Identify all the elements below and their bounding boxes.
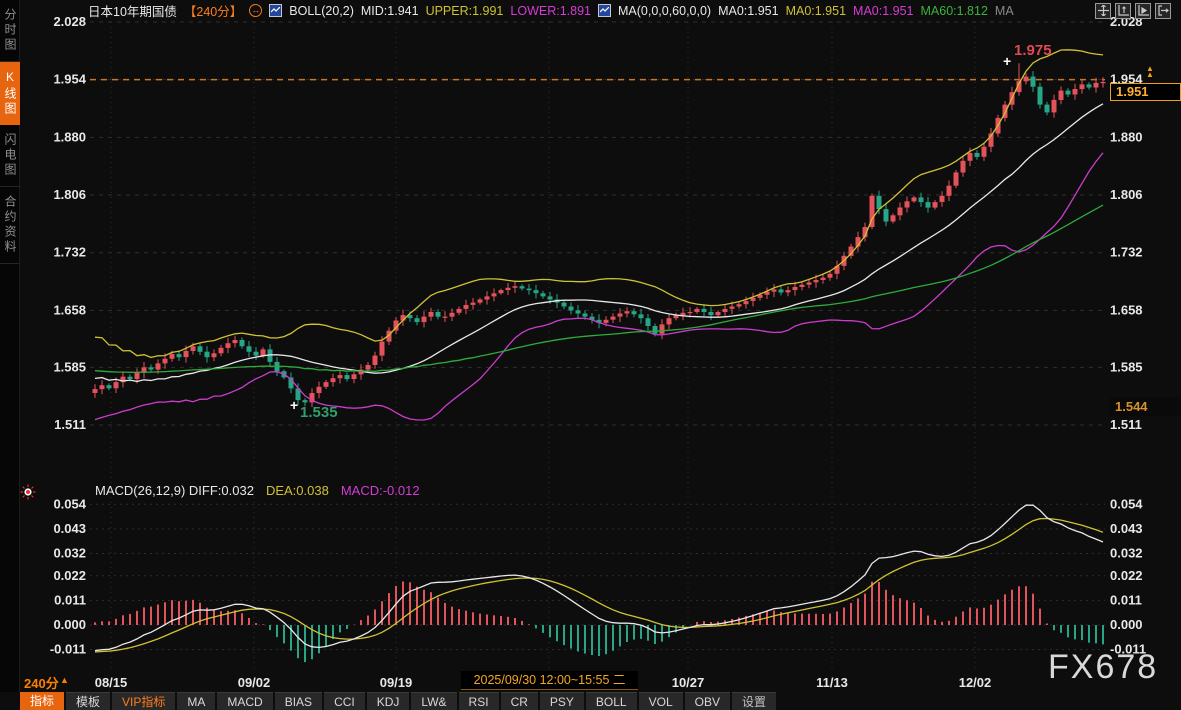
boll-upper-value: UPPER:1.991: [426, 4, 504, 18]
chart-canvas[interactable]: 2.0282.0281.9541.9541.8801.8801.8061.806…: [0, 0, 1181, 710]
sidebar-item-timeshare[interactable]: 分时图: [0, 0, 20, 62]
svg-text:1.880: 1.880: [53, 129, 86, 144]
svg-text:12/02: 12/02: [959, 675, 992, 690]
low-price-annotation: 1.535: [300, 404, 338, 421]
ma0-value-1: MA0:1.951: [718, 4, 778, 18]
indicator-toolbar: 指标 模板 VIP指标 MA MACD BIAS CCI KDJ LW& RSI…: [0, 692, 1181, 710]
interval-selector[interactable]: 240分: [24, 673, 59, 692]
chart-header: 日本10年期国债 【240分】 ↔ BOLL(20,2) MID:1.941 U…: [20, 0, 1181, 21]
crosshair-icon[interactable]: [1095, 3, 1111, 19]
current-price-tag: 1.951: [1110, 83, 1181, 101]
ma-indicator-icon[interactable]: [598, 4, 611, 17]
toolbar-macd[interactable]: MACD: [217, 692, 272, 710]
svg-text:1.511: 1.511: [54, 417, 86, 432]
crosshair-timestamp: 2025/09/30 12:00~15:55 二: [461, 671, 638, 690]
svg-text:1.511: 1.511: [1110, 417, 1142, 432]
svg-text:0.054: 0.054: [1110, 496, 1143, 511]
sidebar: 分时图 K线图 闪电图 合约资料: [0, 0, 20, 710]
boll-label: BOLL(20,2): [289, 4, 354, 18]
svg-text:0.011: 0.011: [1110, 592, 1142, 607]
interval-arrow-icon[interactable]: ▲: [60, 675, 69, 685]
sidebar-item-kline[interactable]: K线图: [0, 62, 20, 125]
svg-text:0.000: 0.000: [1110, 617, 1143, 632]
watermark: FX678: [1048, 648, 1158, 687]
toolbar-psy[interactable]: PSY: [540, 692, 584, 710]
toolbar-template[interactable]: 模板: [66, 692, 110, 710]
svg-text:0.032: 0.032: [53, 545, 86, 560]
svg-text:0.043: 0.043: [53, 521, 86, 536]
ma60-value: MA60:1.812: [921, 4, 988, 18]
cycle-interval-icon[interactable]: ↔: [249, 4, 262, 17]
ma0-value-2: MA0:1.951: [786, 4, 846, 18]
svg-text:0.022: 0.022: [53, 568, 86, 583]
secondary-price-tag: 1.544: [1110, 397, 1181, 416]
macd-header: MACD(26,12,9) DIFF:0.032 DEA:0.038 MACD:…: [95, 483, 420, 498]
ma-extra-label: MA: [995, 4, 1014, 18]
svg-text:09/19: 09/19: [380, 675, 413, 690]
svg-text:1.585: 1.585: [1110, 359, 1143, 374]
instrument-title: 日本10年期国债: [88, 1, 177, 20]
toolbar-boll[interactable]: BOLL: [586, 692, 637, 710]
svg-text:0.043: 0.043: [1110, 521, 1143, 536]
macd-diff-value: MACD(26,12,9) DIFF:0.032: [95, 483, 254, 498]
toolbar-cr[interactable]: CR: [501, 692, 538, 710]
high-price-annotation: 1.975: [1014, 42, 1052, 59]
svg-text:0.022: 0.022: [1110, 568, 1143, 583]
boll-indicator-icon[interactable]: [269, 4, 282, 17]
toolbar-vol[interactable]: VOL: [639, 692, 683, 710]
svg-text:1.954: 1.954: [53, 72, 86, 87]
low-cross-marker-icon: +: [290, 397, 298, 413]
svg-text:1.806: 1.806: [1110, 187, 1143, 202]
svg-text:1.658: 1.658: [53, 302, 86, 317]
svg-text:10/27: 10/27: [672, 675, 705, 690]
toolbar-kdj[interactable]: KDJ: [367, 692, 410, 710]
svg-text:1.806: 1.806: [53, 187, 86, 202]
toolbar-cci[interactable]: CCI: [324, 692, 365, 710]
svg-text:1.880: 1.880: [1110, 129, 1143, 144]
macd-dea-value: DEA:0.038: [266, 483, 329, 498]
svg-text:08/15: 08/15: [95, 675, 128, 690]
toolbar-lwr[interactable]: LW&: [411, 692, 456, 710]
live-pulse-icon[interactable]: [20, 484, 36, 505]
svg-text:1.732: 1.732: [1110, 245, 1143, 260]
ma0-value-3: MA0:1.951: [853, 4, 913, 18]
toolbar-obv[interactable]: OBV: [685, 692, 730, 710]
sidebar-item-lightning[interactable]: 闪电图: [0, 125, 20, 187]
svg-text:09/02: 09/02: [238, 675, 271, 690]
macd-value: MACD:-0.012: [341, 483, 420, 498]
boll-lower-value: LOWER:1.891: [510, 4, 591, 18]
toolbar-settings[interactable]: 设置: [732, 692, 776, 710]
svg-text:0.000: 0.000: [53, 617, 86, 632]
interval-tag[interactable]: 【240分】: [184, 1, 242, 20]
svg-text:1.732: 1.732: [53, 245, 86, 260]
header-buttons: [1095, 3, 1177, 19]
toolbar-vip-indicators[interactable]: VIP指标: [112, 692, 175, 710]
svg-text:1.658: 1.658: [1110, 302, 1143, 317]
toolbar-bias[interactable]: BIAS: [275, 692, 322, 710]
toolbar-rsi[interactable]: RSI: [459, 692, 499, 710]
ma-label: MA(0,0,0,60,0,0): [618, 4, 711, 18]
price-up-arrows-icon: ▲▲: [1146, 66, 1154, 78]
sidebar-item-contract-info[interactable]: 合约资料: [0, 187, 20, 264]
chart-application: 2.0282.0281.9541.9541.8801.8801.8061.806…: [0, 0, 1181, 710]
toolbar-ma[interactable]: MA: [177, 692, 215, 710]
svg-text:0.011: 0.011: [54, 592, 86, 607]
svg-text:0.032: 0.032: [1110, 545, 1143, 560]
svg-text:11/13: 11/13: [816, 675, 848, 690]
boll-mid-value: MID:1.941: [361, 4, 419, 18]
scroll-right-icon[interactable]: [1135, 3, 1151, 19]
high-cross-marker-icon: +: [1003, 53, 1011, 69]
svg-text:0.054: 0.054: [53, 496, 86, 511]
svg-text:1.585: 1.585: [53, 359, 86, 374]
svg-text:-0.011: -0.011: [50, 642, 86, 657]
toolbar-indicators[interactable]: 指标: [20, 692, 64, 710]
exit-right-icon[interactable]: [1155, 3, 1171, 19]
scale-up-icon[interactable]: [1115, 3, 1131, 19]
